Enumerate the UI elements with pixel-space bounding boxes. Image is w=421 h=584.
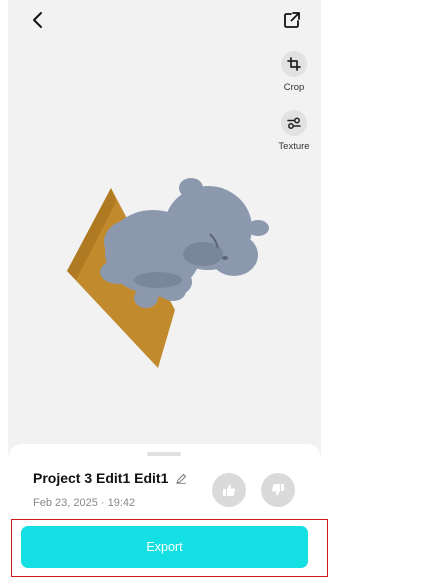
external-share-icon — [284, 12, 300, 28]
pencil-icon — [176, 473, 187, 484]
sheet-drag-handle[interactable] — [147, 452, 181, 456]
3d-model-viewport[interactable] — [58, 170, 278, 380]
chevron-left-icon — [33, 12, 42, 28]
export-button[interactable]: Export — [21, 526, 308, 568]
project-title: Project 3 Edit1 Edit1 — [33, 470, 169, 486]
thumbs-up-icon — [223, 484, 235, 496]
like-button[interactable] — [212, 473, 246, 507]
share-button[interactable] — [278, 6, 306, 34]
crop-label: Crop — [283, 82, 305, 93]
sliders-icon — [287, 117, 301, 129]
crop-tool[interactable]: Crop — [264, 51, 321, 93]
crop-button[interactable] — [281, 51, 307, 77]
texture-tool[interactable]: Texture — [264, 110, 321, 152]
project-date: Feb 23, 2025 · 19:42 — [33, 497, 136, 509]
dislike-button[interactable] — [261, 473, 295, 507]
thumbs-down-icon — [272, 484, 284, 496]
rename-button[interactable] — [176, 473, 187, 484]
back-button[interactable] — [24, 6, 52, 34]
phone-screen: Crop Texture Project 3 Edit1 Edit1 Feb 2… — [8, 0, 321, 584]
bottom-sheet: Project 3 Edit1 Edit1 Feb 23, 2025 · 19:… — [8, 444, 321, 584]
crop-icon — [287, 57, 301, 71]
texture-button[interactable] — [281, 110, 307, 136]
project-title-row: Project 3 Edit1 Edit1 — [33, 470, 187, 486]
texture-label: Texture — [278, 141, 310, 152]
